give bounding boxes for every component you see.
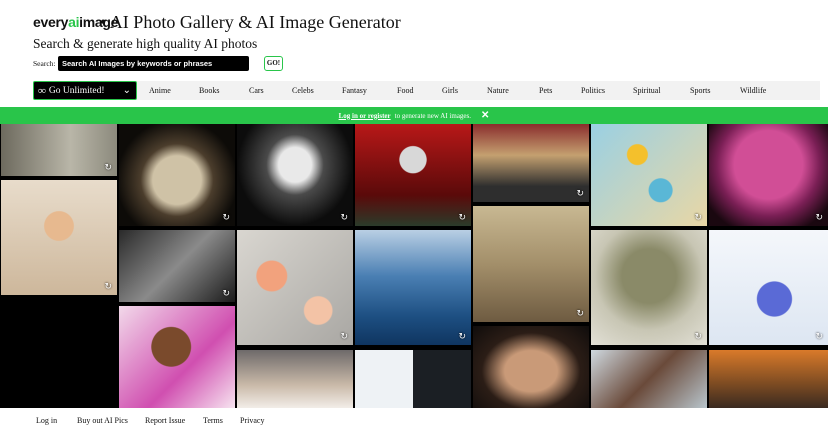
close-icon[interactable]: ✕: [481, 110, 489, 121]
footer-terms-link[interactable]: Terms: [203, 416, 223, 425]
regenerate-icon[interactable]: ↻: [815, 213, 823, 223]
category-spiritual[interactable]: Spiritual: [633, 86, 661, 95]
gallery-image[interactable]: ↻: [473, 206, 589, 322]
image-gallery: ↻ ↻ ↻ ↻ ↻ ↻ ↻ ↻ ↻ ↻ ↻ ↻ ↻ ↻: [0, 124, 828, 408]
login-banner: Log in or register to generate new AI im…: [0, 107, 828, 124]
regenerate-icon[interactable]: ↻: [340, 332, 348, 342]
regenerate-icon[interactable]: ↻: [694, 213, 702, 223]
gallery-image[interactable]: ↻: [237, 124, 353, 226]
gallery-image[interactable]: ↻: [1, 124, 117, 176]
gallery-image[interactable]: ↻: [119, 230, 235, 302]
gallery-image[interactable]: ↻: [355, 124, 471, 226]
regenerate-icon[interactable]: ↻: [576, 309, 584, 319]
category-wildlife[interactable]: Wildlife: [740, 86, 766, 95]
gallery-image[interactable]: ↻: [591, 230, 707, 345]
category-girls[interactable]: Girls: [442, 86, 458, 95]
footer-privacy-link[interactable]: Privacy: [240, 416, 264, 425]
regenerate-icon[interactable]: ↻: [222, 289, 230, 299]
gallery-image[interactable]: [119, 306, 235, 408]
page-subtitle: Search & generate high quality AI photos: [33, 36, 258, 51]
page-title: • AI Photo Gallery & AI Image Generator: [100, 12, 401, 32]
category-anime[interactable]: Anime: [149, 86, 171, 95]
go-button[interactable]: GO!: [264, 56, 283, 71]
category-celebs[interactable]: Celebs: [292, 86, 314, 95]
gallery-image[interactable]: ↻: [709, 230, 828, 345]
regenerate-icon[interactable]: ↻: [222, 213, 230, 223]
regenerate-icon[interactable]: ↻: [458, 332, 466, 342]
category-food[interactable]: Food: [397, 86, 413, 95]
gallery-image[interactable]: ↻: [709, 124, 828, 226]
gallery-image[interactable]: ↻: [237, 230, 353, 345]
banner-text: to generate new AI images.: [394, 111, 472, 120]
go-unlimited-dropdown[interactable]: ∞ Go Unlimited! ⌄: [33, 81, 137, 100]
category-books[interactable]: Books: [199, 86, 219, 95]
regenerate-icon[interactable]: ↻: [694, 332, 702, 342]
footer-report-issue-link[interactable]: Report Issue: [145, 416, 185, 425]
gallery-image[interactable]: ↻: [591, 124, 707, 226]
category-pets[interactable]: Pets: [539, 86, 552, 95]
gallery-image[interactable]: [237, 350, 353, 408]
gallery-image[interactable]: [709, 350, 828, 408]
regenerate-icon[interactable]: ↻: [340, 213, 348, 223]
gallery-image[interactable]: ↻: [355, 230, 471, 345]
footer-buy-out-link[interactable]: Buy out AI Pics: [77, 416, 128, 425]
search-input[interactable]: Search AI Images by keywords or phrases: [58, 56, 249, 71]
chevron-down-icon: ⌄: [122, 85, 131, 96]
category-cars[interactable]: Cars: [249, 86, 264, 95]
regenerate-icon[interactable]: ↻: [458, 213, 466, 223]
regenerate-icon[interactable]: ↻: [104, 163, 112, 173]
category-fantasy[interactable]: Fantasy: [342, 86, 367, 95]
regenerate-icon[interactable]: ↻: [815, 332, 823, 342]
gallery-image[interactable]: [591, 350, 707, 408]
go-unlimited-label: Go Unlimited!: [48, 85, 105, 96]
infinity-icon: ∞: [38, 84, 46, 97]
regenerate-icon[interactable]: ↻: [104, 282, 112, 292]
login-register-link[interactable]: Log in or register: [339, 112, 391, 120]
category-politics[interactable]: Politics: [581, 86, 605, 95]
gallery-image[interactable]: ↻: [1, 180, 117, 295]
regenerate-icon[interactable]: ↻: [576, 189, 584, 199]
footer-login-link[interactable]: Log in: [36, 416, 57, 425]
search-label: Search:: [33, 59, 56, 68]
gallery-image[interactable]: ↻: [119, 124, 235, 226]
gallery-image[interactable]: [355, 350, 471, 408]
gallery-image[interactable]: [473, 326, 589, 408]
category-nature[interactable]: Nature: [487, 86, 509, 95]
category-sports[interactable]: Sports: [690, 86, 710, 95]
gallery-image[interactable]: ↻: [473, 124, 589, 202]
